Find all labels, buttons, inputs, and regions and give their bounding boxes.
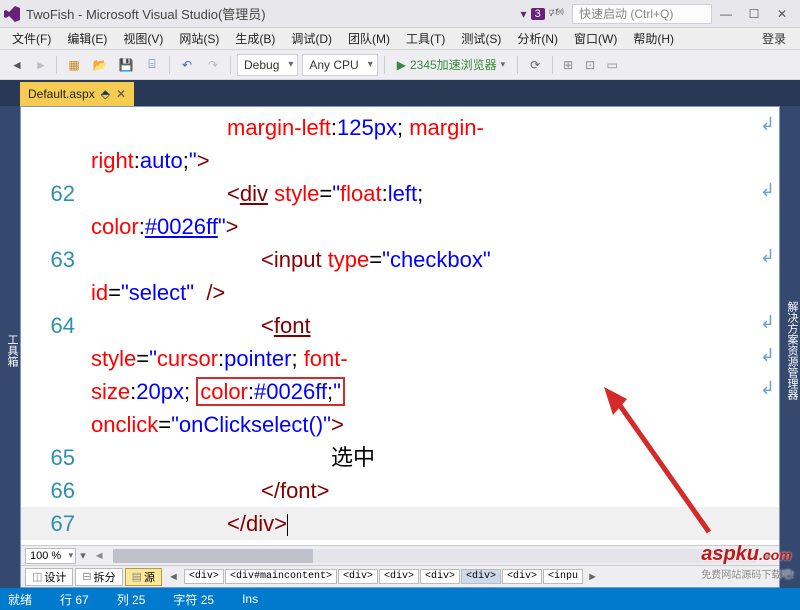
- new-project-button[interactable]: ▦: [63, 54, 85, 76]
- view-mode-bar: ◫设计 ⊟拆分 ▤源 ◄ <div> <div#maincontent> <di…: [21, 565, 779, 587]
- notification-count: 3: [531, 8, 545, 20]
- menu-build[interactable]: 生成(B): [227, 30, 283, 47]
- status-line: 行 67: [60, 591, 89, 608]
- tab-close-icon[interactable]: ✕: [116, 87, 126, 101]
- save-button[interactable]: 💾: [115, 54, 137, 76]
- status-ins: Ins: [242, 592, 258, 606]
- scroll-left-icon[interactable]: ◄: [94, 550, 105, 562]
- start-debug-button[interactable]: ▶ 2345加速浏览器 ▾: [391, 56, 511, 73]
- maximize-button[interactable]: ☐: [740, 2, 768, 26]
- menu-debug[interactable]: 调试(D): [283, 30, 340, 47]
- breadcrumb-item[interactable]: <div>: [184, 569, 224, 584]
- breadcrumb-item[interactable]: <div>: [461, 569, 501, 584]
- solution-explorer-tab[interactable]: 解决方案资源管理器: [784, 112, 800, 588]
- menu-help[interactable]: 帮助(H): [625, 30, 682, 47]
- nav-back-button[interactable]: ◄: [6, 54, 28, 76]
- editor-footer-bar: 100 % ▾ ◄ ►: [21, 545, 779, 565]
- menu-analyze[interactable]: 分析(N): [509, 30, 566, 47]
- scroll-right-icon[interactable]: ►: [764, 550, 775, 562]
- return-icon: ↲: [760, 111, 775, 138]
- return-icon: ↲: [760, 375, 775, 402]
- vs-logo-icon: [4, 6, 20, 22]
- notification-area[interactable]: ▾ 3 🕬: [521, 3, 564, 24]
- menu-window[interactable]: 窗口(W): [566, 30, 625, 47]
- config-combo[interactable]: Debug: [237, 54, 298, 76]
- tool-icon-2[interactable]: ⊡: [581, 54, 599, 76]
- menu-team[interactable]: 团队(M): [340, 30, 398, 47]
- status-col: 列 25: [117, 591, 146, 608]
- tab-default-aspx[interactable]: Default.aspx ⬘ ✕: [20, 82, 134, 106]
- workspace: 工具箱 margin-left:125px; margin-↲ right:au…: [0, 106, 800, 588]
- menu-tools[interactable]: 工具(T): [398, 30, 453, 47]
- nav-forward-button[interactable]: ►: [32, 54, 50, 76]
- highlighted-code: color:#0026ff;": [196, 377, 345, 406]
- sign-in-link[interactable]: 登录: [752, 30, 796, 47]
- quick-launch-input[interactable]: 快速启动 (Ctrl+Q): [572, 4, 712, 24]
- play-icon: ▶: [397, 58, 406, 72]
- crumb-left-icon[interactable]: ◄: [164, 571, 183, 583]
- breadcrumb-item[interactable]: <div#maincontent>: [225, 569, 337, 584]
- crumb-right-icon[interactable]: ►: [583, 571, 602, 583]
- close-button[interactable]: ✕: [768, 2, 796, 26]
- open-file-button[interactable]: 📂: [89, 54, 111, 76]
- tool-icon-1[interactable]: ⊞: [559, 54, 577, 76]
- view-source-button[interactable]: ▤源: [125, 568, 162, 586]
- platform-combo[interactable]: Any CPU: [302, 54, 377, 76]
- code-editor[interactable]: margin-left:125px; margin-↲ right:auto;"…: [20, 106, 780, 588]
- horizontal-scrollbar[interactable]: [113, 549, 756, 563]
- status-ready: 就绪: [8, 591, 32, 608]
- toolbox-panel-tab[interactable]: 工具箱: [0, 106, 20, 588]
- return-icon: ↲: [760, 243, 775, 270]
- browser-link-button[interactable]: ⟳: [524, 54, 546, 76]
- menu-edit[interactable]: 编辑(E): [59, 30, 115, 47]
- title-bar: TwoFish - Microsoft Visual Studio(管理员) ▾…: [0, 0, 800, 28]
- return-icon: ↲: [760, 177, 775, 204]
- tool-icon-3[interactable]: ▭: [603, 54, 621, 76]
- flag-icon: ▾: [521, 7, 527, 21]
- menu-website[interactable]: 网站(S): [171, 30, 227, 47]
- right-panel-tabs: 解决方案资源管理器 团队资源管理器 属性: [780, 106, 800, 588]
- breadcrumb-item[interactable]: <div>: [420, 569, 460, 584]
- breadcrumb-item[interactable]: <div>: [379, 569, 419, 584]
- tab-label: Default.aspx: [28, 87, 95, 101]
- breadcrumb-item[interactable]: <div>: [338, 569, 378, 584]
- pin-icon[interactable]: ⬘: [101, 87, 110, 101]
- toolbar: ◄ ► ▦ 📂 💾 ⌸ ↶ ↷ Debug Any CPU ▶ 2345加速浏览…: [0, 50, 800, 80]
- menu-file[interactable]: 文件(F): [4, 30, 59, 47]
- status-bar: 就绪 行 67 列 25 字符 25 Ins: [0, 588, 800, 610]
- window-title: TwoFish - Microsoft Visual Studio(管理员): [26, 4, 521, 23]
- return-icon: ↲: [760, 309, 775, 336]
- document-tabs: Default.aspx ⬘ ✕: [0, 80, 800, 106]
- breadcrumb-item[interactable]: <div>: [502, 569, 542, 584]
- redo-button[interactable]: ↷: [202, 54, 224, 76]
- menu-view[interactable]: 视图(V): [115, 30, 171, 47]
- menu-test[interactable]: 测试(S): [453, 30, 509, 47]
- breadcrumb-item[interactable]: <inpu: [543, 569, 583, 584]
- run-target-label: 2345加速浏览器: [410, 56, 497, 73]
- save-all-button[interactable]: ⌸: [141, 54, 163, 76]
- view-split-button[interactable]: ⊟拆分: [75, 568, 122, 586]
- minimize-button[interactable]: —: [712, 2, 740, 26]
- return-icon: ↲: [760, 342, 775, 369]
- undo-button[interactable]: ↶: [176, 54, 198, 76]
- menu-bar: 文件(F) 编辑(E) 视图(V) 网站(S) 生成(B) 调试(D) 团队(M…: [0, 28, 800, 50]
- status-char: 字符 25: [173, 591, 214, 608]
- speaker-icon: 🕬: [549, 3, 564, 24]
- view-design-button[interactable]: ◫设计: [25, 568, 73, 586]
- zoom-combo[interactable]: 100 %: [25, 548, 76, 564]
